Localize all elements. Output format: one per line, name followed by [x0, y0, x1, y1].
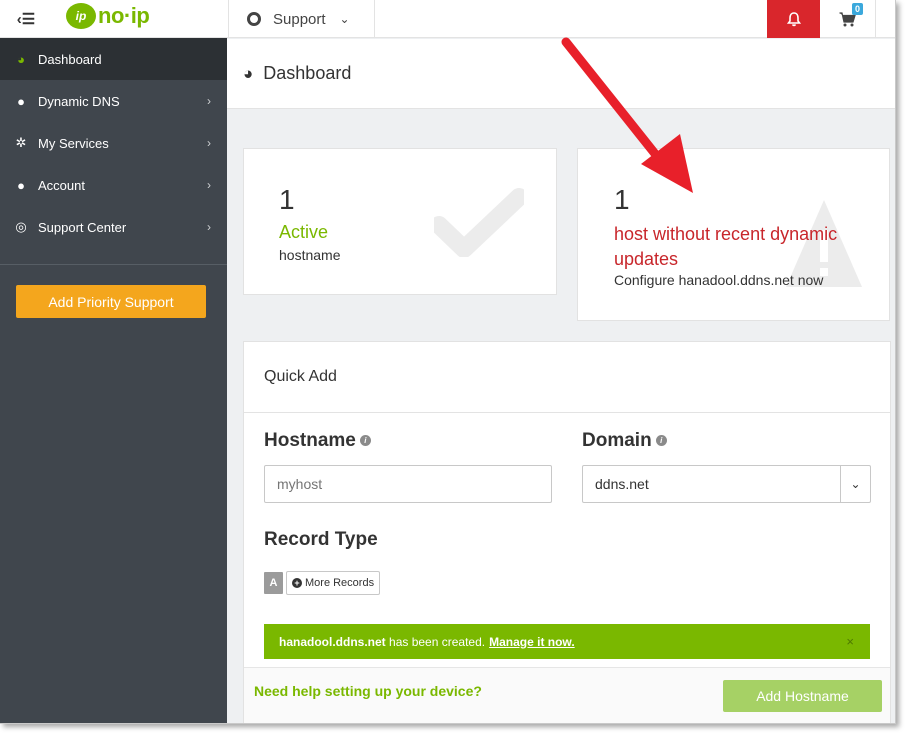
stale-hosts-card[interactable]: 1 host without recent dynamic updates Co…	[577, 148, 890, 321]
active-count: 1	[279, 184, 295, 215]
configure-host-link[interactable]: Configure hanadool.ddns.net now	[614, 272, 823, 288]
info-icon[interactable]: i	[359, 435, 371, 447]
active-subtitle: hostname	[279, 247, 341, 263]
record-type-label: Record Type	[264, 529, 378, 550]
sidebar-divider	[0, 264, 227, 265]
active-status: Active	[279, 222, 329, 242]
checkmark-icon	[434, 188, 524, 257]
user-icon: ●	[17, 177, 25, 193]
sidebar-item-dynamic-dns[interactable]: ● Dynamic DNS ›	[0, 80, 227, 122]
page-title: Dashboard	[263, 63, 352, 83]
sidebar-item-support-center[interactable]: ◎ Support Center ›	[0, 206, 227, 248]
manage-it-now-link[interactable]: Manage it now.	[489, 635, 575, 649]
info-icon[interactable]: i	[655, 435, 667, 447]
sidebar-item-dashboard[interactable]: ◕ Dashboard	[0, 38, 227, 80]
alert-hostname: hanadool.ddns.net	[279, 634, 386, 649]
lifering-icon: ◎	[15, 219, 27, 234]
globe-icon: ●	[17, 93, 25, 109]
top-bar: ‹☰ ip no·ip Support ⌄ 0	[0, 0, 895, 38]
sidebar-item-account[interactable]: ● Account ›	[0, 164, 227, 206]
notifications-button[interactable]	[767, 0, 820, 38]
noip-logo[interactable]: ip no·ip	[66, 2, 150, 30]
domain-select[interactable]: ddns.net ⌄	[582, 465, 871, 503]
support-dropdown[interactable]: Support ⌄	[228, 0, 375, 38]
sidebar-item-label: Account	[38, 177, 85, 193]
sidebar-item-label: Dynamic DNS	[38, 93, 120, 109]
more-records-button[interactable]: + More Records	[286, 571, 381, 595]
active-hostnames-card[interactable]: 1 Active hostname	[243, 148, 557, 295]
gear-icon: ✲	[15, 135, 27, 150]
logo-mark: ip	[66, 3, 96, 29]
sidebar-item-label: Dashboard	[38, 51, 102, 67]
more-records-label: More Records	[305, 577, 375, 589]
alert-message: has been created.	[389, 634, 486, 649]
hostname-label-text: Hostname	[264, 430, 356, 451]
quick-add-footer: Need help setting up your device? Add Ho…	[244, 667, 890, 723]
cart-count-badge: 0	[852, 3, 864, 15]
sidebar-item-label: Support Center	[38, 219, 127, 235]
domain-label-text: Domain	[582, 430, 652, 451]
app-window: ‹☰ ip no·ip Support ⌄ 0 ◕ Dashboard ● Dy…	[0, 0, 896, 724]
close-icon[interactable]: ×	[846, 634, 854, 649]
chevron-down-icon: ⌄	[339, 12, 350, 26]
device-setup-help-link[interactable]: Need help setting up your device?	[254, 683, 482, 699]
chevron-right-icon: ›	[207, 94, 211, 108]
chevron-down-icon[interactable]: ⌄	[840, 466, 870, 502]
chevron-right-icon: ›	[207, 136, 211, 150]
dashboard-icon: ◕	[243, 63, 254, 83]
stale-count: 1	[614, 184, 630, 215]
hostname-label: Hostname i	[264, 430, 371, 452]
support-label: Support	[273, 10, 326, 28]
bell-icon	[786, 11, 801, 26]
cart-button[interactable]	[820, 0, 876, 38]
dashboard-icon: ◕	[17, 51, 25, 67]
lifering-icon	[247, 12, 261, 26]
domain-label: Domain i	[582, 430, 667, 452]
sidebar-item-label: My Services	[38, 135, 109, 151]
sidebar: ◕ Dashboard ● Dynamic DNS › ✲ My Service…	[0, 38, 227, 723]
logo-text: no·ip	[98, 3, 150, 28]
sidebar-item-my-services[interactable]: ✲ My Services ›	[0, 122, 227, 164]
hostname-input[interactable]	[264, 465, 552, 503]
stale-status: host without recent dynamic updates	[614, 224, 838, 269]
plus-circle-icon: +	[292, 578, 302, 588]
quick-add-panel: Quick Add Hostnamei Domaini ddns.net ⌄ R…	[243, 341, 891, 723]
chevron-right-icon: ›	[207, 220, 211, 234]
add-hostname-button[interactable]: Add Hostname	[723, 680, 882, 712]
add-priority-support-button[interactable]: Add Priority Support	[16, 285, 206, 318]
quick-add-title: Quick Add	[244, 342, 890, 413]
sidebar-collapse-icon[interactable]: ‹☰	[0, 0, 52, 38]
domain-value: ddns.net	[595, 476, 649, 492]
record-type-a-button[interactable]: A	[264, 572, 283, 594]
hostname-created-alert: hanadool.ddns.net has been created. Mana…	[264, 624, 870, 659]
page-header: ◕ Dashboard	[227, 39, 895, 109]
chevron-right-icon: ›	[207, 178, 211, 192]
